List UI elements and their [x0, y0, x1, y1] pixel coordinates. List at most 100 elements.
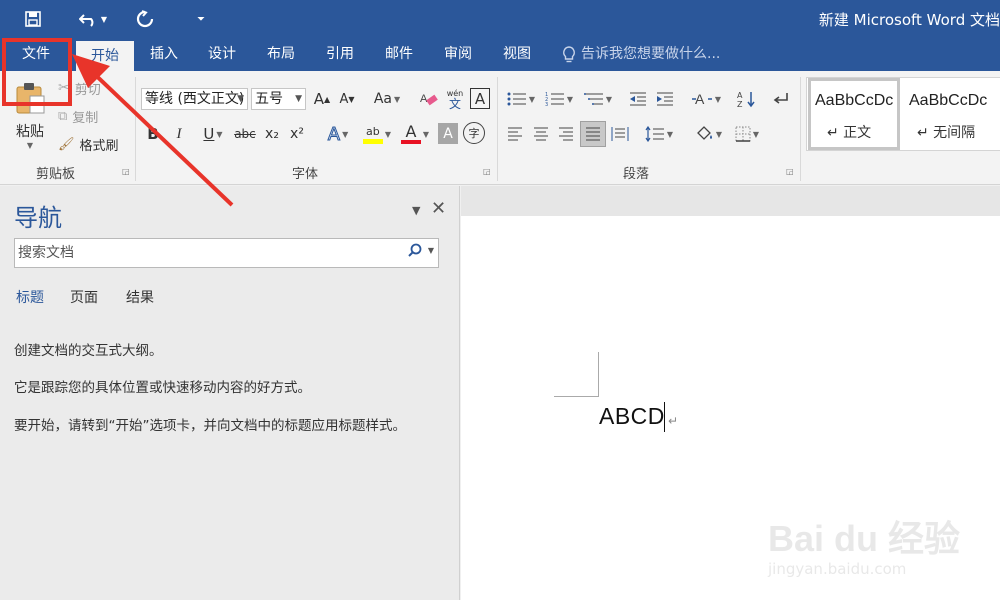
- line-spacing-button[interactable]: ▼: [642, 123, 676, 145]
- undo-dropdown-icon[interactable]: ▼: [101, 15, 107, 24]
- align-right-button[interactable]: [556, 123, 576, 145]
- increase-indent-button[interactable]: [654, 88, 676, 110]
- character-border-button[interactable]: A: [470, 88, 490, 109]
- distributed-button[interactable]: [610, 123, 630, 145]
- phonetic-guide-button[interactable]: wén 文: [443, 86, 467, 112]
- search-icon[interactable]: [408, 243, 422, 257]
- character-shading-button[interactable]: A: [438, 123, 458, 144]
- svg-text:3: 3: [545, 102, 548, 107]
- superscript-button[interactable]: x²: [287, 123, 307, 145]
- nav-options-icon[interactable]: ▼: [412, 204, 420, 217]
- font-color-bar: [400, 140, 421, 144]
- show-marks-button[interactable]: [770, 88, 792, 110]
- watermark-main: Bai du 经验: [768, 518, 961, 559]
- font-size-dropdown-icon[interactable]: ▼: [295, 89, 302, 109]
- shading-button[interactable]: ▼: [690, 123, 726, 145]
- search-input[interactable]: [15, 239, 395, 267]
- font-group-label: 字体: [292, 167, 319, 182]
- save-button[interactable]: [20, 6, 46, 32]
- justify-button[interactable]: [580, 121, 606, 147]
- customize-qat-icon: ⏷: [197, 13, 205, 25]
- underline-button[interactable]: U ▼: [195, 123, 231, 145]
- enclose-characters-button[interactable]: 字: [463, 122, 485, 144]
- eraser-icon: A: [420, 93, 438, 106]
- redo-button[interactable]: [134, 6, 156, 32]
- clipboard-launcher-icon[interactable]: ◲: [122, 167, 132, 177]
- highlight-button[interactable]: ab ▼: [358, 121, 396, 147]
- subscript-button[interactable]: x₂: [262, 123, 282, 145]
- highlighter-icon: ab: [362, 124, 383, 144]
- clear-format-button[interactable]: A: [418, 88, 440, 110]
- svg-text:A: A: [695, 91, 705, 107]
- tab-home[interactable]: 开始: [76, 41, 134, 71]
- font-name-combo[interactable]: 等线 (西文正文) ▼: [141, 88, 248, 110]
- tab-references[interactable]: 引用: [314, 38, 366, 71]
- style-no-spacing-sample: AaBbCcDc: [909, 92, 988, 109]
- tab-design[interactable]: 设计: [196, 38, 248, 71]
- tab-review[interactable]: 审阅: [432, 38, 484, 71]
- font-size-combo[interactable]: 五号 ▼: [251, 88, 306, 110]
- style-no-spacing-name: ↵ 无间隔: [917, 125, 976, 141]
- chinese-layout-button[interactable]: A ▼: [688, 88, 724, 110]
- sort-button[interactable]: AZ: [736, 88, 758, 110]
- borders-button[interactable]: ▼: [730, 123, 764, 145]
- sort-icon: AZ: [737, 91, 755, 108]
- nav-tab-pages[interactable]: 页面: [70, 287, 98, 307]
- tab-mailings[interactable]: 邮件: [373, 38, 425, 71]
- align-center-button[interactable]: [531, 123, 551, 145]
- separator: [135, 77, 136, 181]
- tab-insert[interactable]: 插入: [138, 38, 190, 71]
- italic-button[interactable]: I: [170, 123, 188, 145]
- numbering-button[interactable]: 1 2 3 ▼: [543, 88, 575, 110]
- justify-icon: [586, 127, 600, 141]
- font-launcher-icon[interactable]: ◲: [483, 167, 493, 177]
- paste-dropdown-icon[interactable]: ▼: [27, 141, 33, 150]
- text-cursor: [664, 402, 665, 432]
- multilevel-list-button[interactable]: ▼: [580, 88, 616, 110]
- shrink-font-button[interactable]: A ▼: [337, 88, 357, 110]
- save-icon: [25, 11, 41, 27]
- undo-button[interactable]: ▼: [74, 6, 112, 32]
- font-color-icon: A: [400, 124, 421, 144]
- copy-button[interactable]: ⧉ 复制: [58, 105, 98, 127]
- underline-icon: U: [203, 125, 215, 143]
- document-top-margin: [461, 186, 1000, 216]
- tab-view[interactable]: 视图: [491, 38, 543, 71]
- bullets-button[interactable]: ▼: [505, 88, 537, 110]
- nav-tab-headings[interactable]: 标题: [16, 287, 44, 307]
- search-options-dropdown-icon[interactable]: ▼: [428, 246, 434, 257]
- style-no-spacing[interactable]: AaBbCcDc ↵ 无间隔: [903, 78, 995, 150]
- margin-corner-mark: [598, 352, 599, 396]
- nav-tab-results[interactable]: 结果: [126, 287, 154, 307]
- tab-layout[interactable]: 布局: [255, 38, 307, 71]
- font-size-value: 五号: [255, 91, 283, 107]
- paragraph-mark: ↵: [668, 414, 679, 428]
- superscript-icon: x²: [290, 126, 304, 142]
- change-case-button[interactable]: Aa ▼: [371, 88, 403, 110]
- strikethrough-button[interactable]: abc: [233, 123, 257, 145]
- baidu-watermark: Bai du 经验 jingyan.baidu.com: [768, 510, 978, 590]
- font-name-dropdown-icon[interactable]: ▼: [237, 89, 244, 109]
- align-left-button[interactable]: [505, 123, 525, 145]
- phonetic-bottom: 文: [448, 97, 461, 111]
- font-color-button[interactable]: A ▼: [397, 121, 433, 147]
- increase-indent-icon: [657, 92, 673, 106]
- customize-qat-button[interactable]: ⏷: [193, 6, 209, 32]
- lightbulb-icon: [563, 45, 575, 62]
- decrease-indent-button[interactable]: [627, 88, 649, 110]
- text-effects-button[interactable]: A ▼: [321, 123, 355, 145]
- highlighter-text: ab: [366, 124, 380, 138]
- bold-button[interactable]: B: [144, 123, 162, 145]
- navigation-pane: 导航 ▼ ✕ ▼ 标题 页面 结果 创建文档的交互式大纲。 它是跟踪您的具体位置…: [0, 186, 460, 600]
- close-icon[interactable]: ✕: [431, 198, 446, 219]
- line-spacing-icon: [645, 126, 664, 142]
- copy-label: 复制: [72, 110, 99, 126]
- tell-me-box[interactable]: 告诉我您想要做什么...: [562, 38, 720, 71]
- numbering-icon: 123: [545, 92, 564, 107]
- document-text[interactable]: ABCD: [599, 403, 665, 430]
- style-normal[interactable]: AaBbCcDc ↵ 正文: [808, 78, 900, 150]
- format-painter-button[interactable]: 🖌 格式刷: [58, 133, 119, 155]
- paragraph-launcher-icon[interactable]: ◲: [786, 167, 796, 177]
- distributed-icon: [611, 127, 629, 141]
- grow-font-button[interactable]: A ▲: [312, 88, 332, 110]
